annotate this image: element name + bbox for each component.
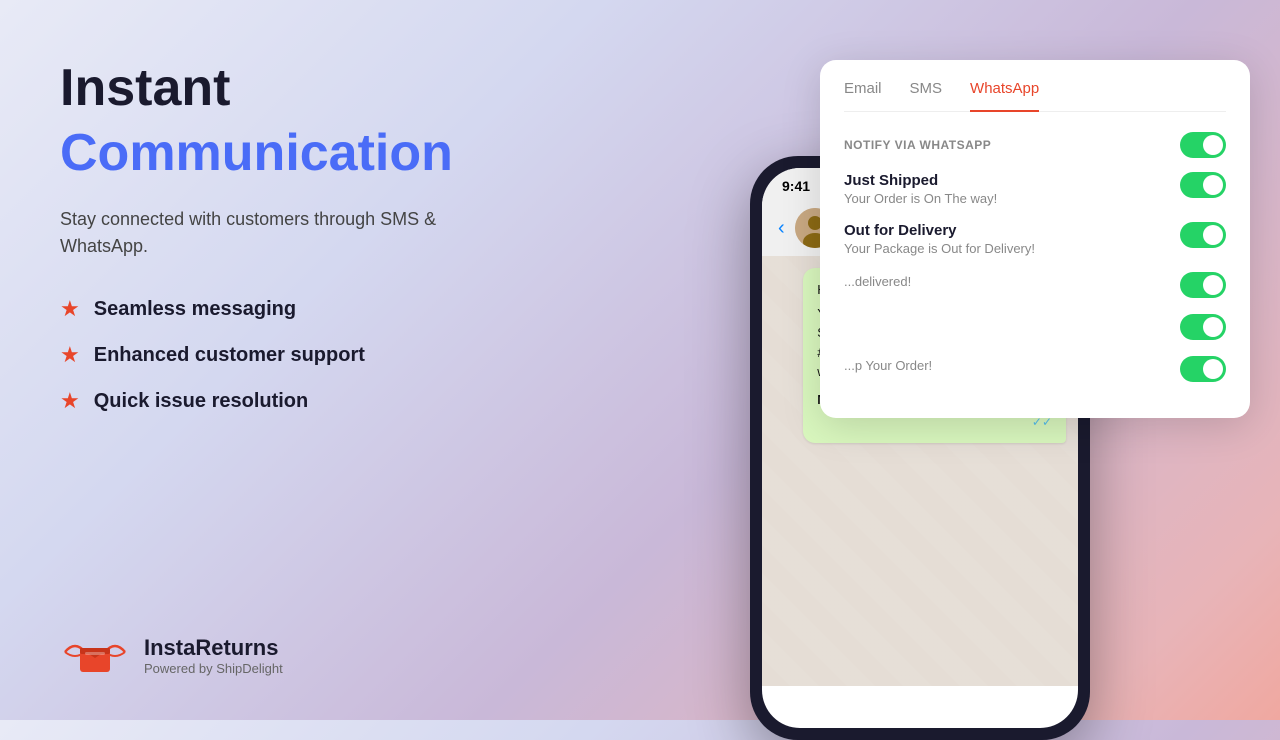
card-row-out-delivery: Out for Delivery Your Package is Out for… [844,222,1226,256]
card-row-5 [844,314,1226,340]
feature-text-3: Quick issue resolution [94,390,309,413]
toggle-just-shipped[interactable] [1180,172,1226,198]
logo-area: InstaReturns Powered by ShipDelight [60,630,500,680]
row-title-just-shipped: Just Shipped [844,172,997,189]
tab-whatsapp[interactable]: WhatsApp [970,80,1039,112]
feature-item-3: ★ Quick issue resolution [60,388,500,414]
card-tabs: Email SMS WhatsApp [844,80,1226,112]
card-row-just-shipped: Just Shipped Your Order is On The way! [844,172,1226,206]
page-wrapper: Instant Communication Stay connected wit… [0,0,1280,720]
toggle-notify-whatsapp[interactable] [1180,132,1226,158]
logo-name: InstaReturns [144,635,283,661]
features-list: ★ Seamless messaging ★ Enhanced customer… [60,296,500,414]
row-sub-6: ...p Your Order! [844,358,932,373]
status-time: 9:41 [782,178,810,194]
card-section-label: NOTIFY VIA WHATSAPP [844,132,1226,158]
row-sub-delivered: ...delivered! [844,274,911,289]
left-panel: Instant Communication Stay connected wit… [0,0,560,720]
star-icon-2: ★ [60,342,80,368]
card-row-delivered: ...delivered! [844,272,1226,298]
row-sub-out-delivery: Your Package is Out for Delivery! [844,241,1035,256]
main-content: Instant Communication Stay connected wit… [60,60,500,590]
star-icon-1: ★ [60,296,80,322]
subtitle: Stay connected with customers through SM… [60,206,480,260]
toggle-delivered[interactable] [1180,272,1226,298]
toggle-out-delivery[interactable] [1180,222,1226,248]
feature-text-1: Seamless messaging [94,298,296,321]
card-row-6: ...p Your Order! [844,356,1226,382]
right-panel: Email SMS WhatsApp NOTIFY VIA WHATSAPP J… [560,0,1280,720]
back-button[interactable]: ‹ [778,217,785,240]
logo-icon [60,630,130,680]
row-sub-just-shipped: Your Order is On The way! [844,191,997,206]
logo-text-group: InstaReturns Powered by ShipDelight [144,635,283,676]
logo-powered-by: Powered by ShipDelight [144,661,283,676]
tab-sms[interactable]: SMS [910,80,943,101]
headline-line2: Communication [60,125,500,182]
toggle-6[interactable] [1180,356,1226,382]
settings-card: Email SMS WhatsApp NOTIFY VIA WHATSAPP J… [820,60,1250,418]
feature-item-2: ★ Enhanced customer support [60,342,500,368]
headline-line1: Instant [60,60,500,117]
row-title-out-delivery: Out for Delivery [844,222,1035,239]
tab-email[interactable]: Email [844,80,882,101]
star-icon-3: ★ [60,388,80,414]
feature-item-1: ★ Seamless messaging [60,296,500,322]
feature-text-2: Enhanced customer support [94,344,365,367]
toggle-5[interactable] [1180,314,1226,340]
